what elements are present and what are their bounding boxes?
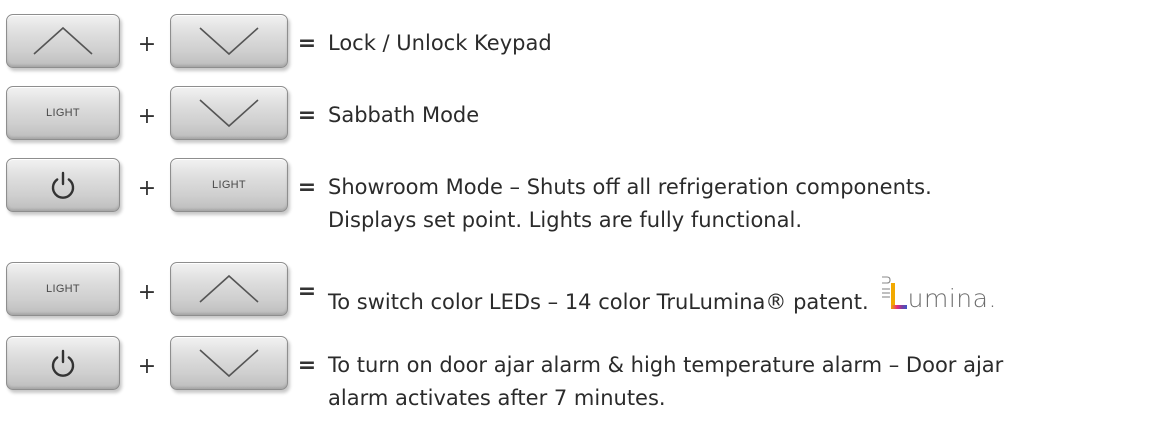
plus-sign: +: [137, 104, 157, 129]
down-key: [170, 336, 288, 390]
chevron-down-icon: [199, 99, 259, 128]
trulumina-logo-mark: [881, 276, 907, 309]
light-key: LIGHT: [6, 262, 120, 316]
equals-sign: =: [297, 279, 317, 304]
equals-sign: =: [297, 103, 317, 128]
power-key: [6, 158, 120, 212]
plus-sign: +: [137, 32, 157, 57]
light-key: LIGHT: [170, 158, 288, 212]
description-text: To switch color LEDs – 14 color TruLumin…: [328, 290, 869, 314]
description-line: Sabbath Mode: [328, 103, 480, 127]
plus-sign: +: [137, 176, 157, 201]
chevron-up-icon: [33, 26, 93, 55]
trulumina-logo: umina.: [879, 275, 997, 311]
light-key-label: LIGHT: [46, 107, 80, 119]
description-line: To turn on door ajar alarm & high temper…: [328, 353, 1004, 377]
down-key: [170, 86, 288, 140]
chevron-down-icon: [199, 27, 259, 56]
description-line: Lock / Unlock Keypad: [328, 31, 552, 55]
light-key-label: LIGHT: [46, 283, 80, 295]
description-line: Displays set point. Lights are fully fun…: [328, 208, 802, 232]
down-key: [170, 14, 288, 68]
equals-sign: =: [297, 175, 317, 200]
description-line: To switch color LEDs – 14 color TruLumin…: [328, 275, 997, 319]
plus-sign: +: [137, 354, 157, 379]
chevron-down-icon: [199, 349, 259, 378]
power-key: [6, 336, 120, 390]
description-line: Showroom Mode – Shuts off all refrigerat…: [328, 175, 932, 199]
trulumina-logo-text: umina.: [907, 284, 997, 313]
light-key: LIGHT: [6, 86, 120, 140]
equals-sign: =: [297, 31, 317, 56]
up-key: [6, 14, 120, 68]
description-line: alarm activates after 7 minutes.: [328, 386, 666, 410]
light-key-label: LIGHT: [212, 179, 246, 191]
equals-sign: =: [297, 353, 317, 378]
up-key: [170, 262, 288, 316]
power-icon: [51, 349, 75, 377]
plus-sign: +: [137, 280, 157, 305]
chevron-up-icon: [199, 274, 259, 303]
power-icon: [51, 171, 75, 199]
